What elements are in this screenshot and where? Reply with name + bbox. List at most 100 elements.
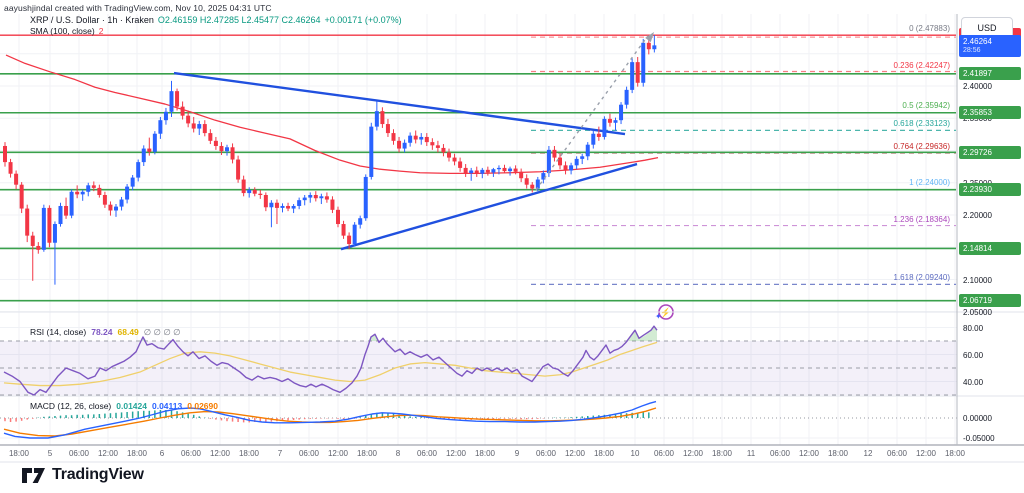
candle-body <box>469 170 473 173</box>
time-label: 9 <box>515 449 519 458</box>
candle-body <box>231 147 235 159</box>
macd-legend[interactable]: MACD (12, 26, close)0.014240.041130.0269… <box>30 401 218 411</box>
price-level-label: 2.23930 <box>959 183 1021 196</box>
symbol-legend[interactable]: XRP / U.S. Dollar · 1h · KrakenO2.46159 … <box>30 15 402 25</box>
chart-canvas[interactable]: ⚡✦ <box>0 0 1024 493</box>
rsi-legend[interactable]: RSI (14, close)78.2468.49∅ ∅ ∅ ∅ <box>30 327 180 338</box>
time-label: 12:00 <box>98 449 118 458</box>
candle-body <box>303 198 307 201</box>
candle-body <box>641 43 645 83</box>
time-label: 5 <box>48 449 52 458</box>
candle-body <box>408 136 412 143</box>
candle-body <box>75 192 79 195</box>
candle-body <box>591 134 595 145</box>
candle-body <box>375 111 379 126</box>
time-label: 10 <box>631 449 640 458</box>
candle-body <box>403 143 407 149</box>
time-label: 18:00 <box>127 449 147 458</box>
candle-body <box>242 180 246 194</box>
candle-body <box>186 116 190 124</box>
candle-body <box>464 168 468 173</box>
candle-body <box>42 208 46 250</box>
time-label: 06:00 <box>69 449 89 458</box>
candle-body <box>158 120 162 134</box>
candle-body <box>181 107 185 116</box>
candle-body <box>292 206 296 209</box>
rsi-tick: 40.00 <box>963 378 983 387</box>
candle-body <box>564 165 568 170</box>
candle-body <box>558 158 562 166</box>
sparkle-glyph: ✦ <box>655 312 662 321</box>
candle-body <box>458 161 462 167</box>
candle-body <box>131 178 135 187</box>
candle-body <box>314 195 318 198</box>
candle-body <box>414 136 418 140</box>
candle-body <box>59 206 63 224</box>
tradingview-logo-icon <box>22 465 46 485</box>
time-label: 06:00 <box>299 449 319 458</box>
time-label: 12 <box>864 449 873 458</box>
candle-body <box>380 111 384 124</box>
time-label: 12:00 <box>683 449 703 458</box>
time-label: 18:00 <box>239 449 259 458</box>
time-label: 18:00 <box>828 449 848 458</box>
candle-body <box>514 169 518 172</box>
candle-body <box>358 218 362 224</box>
candle-body <box>219 146 223 151</box>
candle-body <box>275 203 279 208</box>
time-label: 8 <box>396 449 400 458</box>
fib-level-label: 0.618 (2.33123) <box>894 119 951 128</box>
candle-body <box>53 224 57 243</box>
rsi-ma-value: 68.49 <box>118 327 139 337</box>
rsi-tick: 80.00 <box>963 324 983 333</box>
candle-body <box>214 141 218 146</box>
candle-body <box>142 149 146 163</box>
candle-body <box>136 162 140 177</box>
rsi-value: 78.24 <box>91 327 112 337</box>
last-price-value: 2.46264 <box>963 37 992 46</box>
macd-line-value: 0.04113 <box>152 401 182 411</box>
time-label: 18:00 <box>594 449 614 458</box>
price-level-label: 2.14814 <box>959 242 1021 255</box>
candle-body <box>652 45 656 49</box>
candle-body <box>153 134 157 152</box>
candle-body <box>147 149 151 152</box>
candle-body <box>3 146 7 162</box>
candle-body <box>453 158 457 162</box>
candle-body <box>36 246 40 250</box>
candle-body <box>81 192 85 195</box>
time-label: 06:00 <box>536 449 556 458</box>
price-level-label: 2.06719 <box>959 294 1021 307</box>
candle-body <box>208 133 212 141</box>
candle-body <box>197 124 201 129</box>
sma-legend[interactable]: SMA (100, close)2 <box>30 26 103 36</box>
fib-level-label: 1.618 (2.09240) <box>894 273 951 282</box>
time-label: 06:00 <box>654 449 674 458</box>
candle-body <box>547 150 551 173</box>
price-level-label: 2.41897 <box>959 67 1021 80</box>
time-label: 12:00 <box>328 449 348 458</box>
candle-body <box>508 169 512 172</box>
candle-body <box>330 200 334 210</box>
candle-body <box>253 190 257 194</box>
candle-body <box>125 187 129 200</box>
last-price-label: 2.4626428:56 <box>959 35 1021 57</box>
candle-body <box>480 170 484 174</box>
candle-body <box>425 137 429 142</box>
candle-body <box>630 62 634 90</box>
candle-body <box>20 185 24 209</box>
candle-body <box>319 196 323 198</box>
candle-body <box>486 170 490 173</box>
time-label: 6 <box>160 449 164 458</box>
macd-tick: 0.00000 <box>963 414 992 423</box>
candle-body <box>347 236 351 244</box>
candle-body <box>647 43 651 49</box>
fib-level-label: 0 (2.47883) <box>909 24 950 33</box>
tradingview-branding[interactable]: TradingView <box>22 465 144 485</box>
candle-body <box>281 206 285 208</box>
time-label: 18:00 <box>475 449 495 458</box>
price-tick: 2.20000 <box>963 211 992 220</box>
time-label: 06:00 <box>417 449 437 458</box>
candle-body <box>269 203 273 208</box>
bar-countdown: 28:56 <box>963 46 981 55</box>
